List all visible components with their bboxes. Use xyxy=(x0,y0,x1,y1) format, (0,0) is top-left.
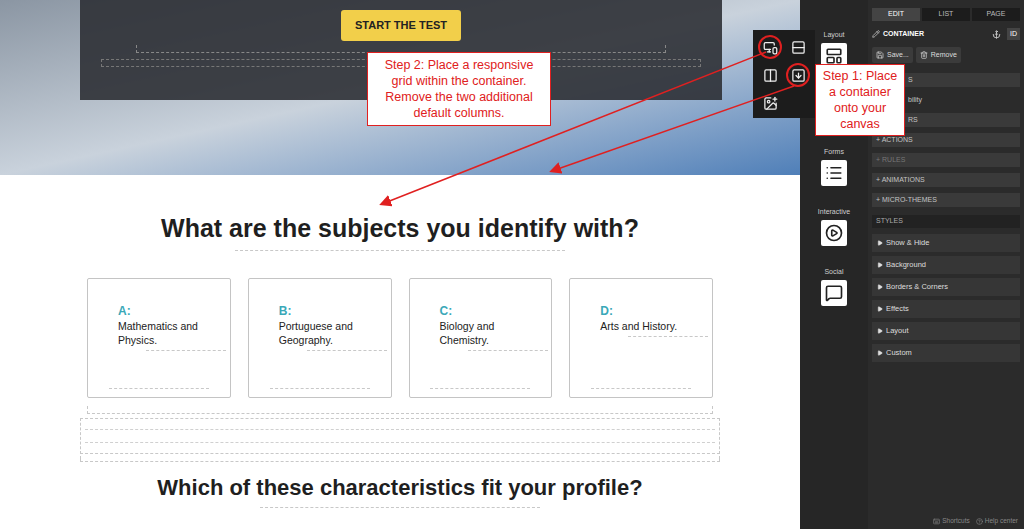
option-text: Arts and History. xyxy=(600,319,700,333)
save-icon xyxy=(876,51,884,59)
expand-icon xyxy=(877,284,883,290)
style-row[interactable]: Borders & Corners xyxy=(872,278,1020,296)
option-card[interactable]: C:Biology and Chemistry. xyxy=(409,278,553,398)
container-outline xyxy=(80,418,720,454)
expand-icon xyxy=(877,306,883,312)
question-heading: Which of these characteristics fit your … xyxy=(157,474,642,502)
expand-icon xyxy=(877,328,883,334)
widget-icon xyxy=(763,40,778,55)
option-letter: C: xyxy=(440,304,544,319)
widget-icon xyxy=(791,68,806,83)
element-actions: Save...Remove xyxy=(872,47,1020,63)
editor-tab[interactable]: LIST xyxy=(922,8,970,21)
section-header[interactable]: + ANIMATIONS xyxy=(872,173,1020,187)
trash-icon xyxy=(920,51,928,59)
keyboard-icon xyxy=(933,518,940,525)
text-outline xyxy=(307,347,387,351)
expand-icon xyxy=(877,240,883,246)
layout-flyout xyxy=(753,30,815,118)
widget-icon xyxy=(825,224,843,242)
option-card[interactable]: D:Arts and History. xyxy=(569,278,713,398)
option-text: Mathematics and Physics. xyxy=(118,319,218,347)
start-test-button[interactable]: START THE TEST xyxy=(341,10,461,41)
text-outline xyxy=(146,347,226,351)
option-card[interactable]: B:Portuguese and Geography. xyxy=(248,278,392,398)
palette-label: Social xyxy=(824,267,843,277)
style-row[interactable]: Background xyxy=(872,256,1020,274)
flyout-widget[interactable] xyxy=(786,63,810,87)
option-letter: B: xyxy=(279,304,383,319)
option-card[interactable]: A:Mathematics and Physics. xyxy=(87,278,231,398)
style-row[interactable]: Show & Hide xyxy=(872,234,1020,252)
pencil-icon xyxy=(872,30,880,38)
help-icon xyxy=(976,518,983,525)
heading-outline xyxy=(235,243,565,251)
widget-icon xyxy=(825,164,843,182)
step1-callout: Step 1: Place a container onto your canv… xyxy=(815,64,905,136)
styles-label: STYLES xyxy=(872,215,1020,228)
card-outline xyxy=(109,383,209,389)
style-row[interactable]: Effects xyxy=(872,300,1020,318)
card-outline xyxy=(430,383,530,389)
anchor-icon[interactable] xyxy=(992,30,1001,39)
content: What are the subjects you identify with?… xyxy=(0,175,800,508)
expand-icon xyxy=(877,262,883,268)
arrow-icon xyxy=(552,86,794,171)
style-row[interactable]: Layout xyxy=(872,322,1020,340)
element-name: CONTAINER xyxy=(883,29,924,40)
element-header: CONTAINER ID xyxy=(872,27,1020,41)
palette-group[interactable]: Social xyxy=(821,267,847,327)
footer-link[interactable]: Help center xyxy=(976,516,1018,526)
container-outline xyxy=(80,456,720,462)
palette-label: Interactive xyxy=(818,207,850,217)
grid-outline xyxy=(87,406,713,414)
page-builder: START THE TEST What are the subjects you … xyxy=(0,0,1024,529)
style-list: Show & Hide Background Borders & Corners Ef… xyxy=(872,234,1020,362)
option-text: Portuguese and Geography. xyxy=(279,319,379,347)
action-button[interactable]: Save... xyxy=(872,47,913,63)
question-heading: What are the subjects you identify with? xyxy=(161,213,639,243)
card-outline xyxy=(591,383,691,389)
step2-callout: Step 2: Place a responsive grid within t… xyxy=(367,52,551,126)
palette-group[interactable]: Interactive xyxy=(818,207,850,267)
expand-icon xyxy=(877,350,883,356)
widget-icon xyxy=(825,284,843,302)
options-grid: A:Mathematics and Physics.B:Portuguese a… xyxy=(87,278,713,398)
palette-label: Layout xyxy=(823,30,844,40)
palette-label: Forms xyxy=(824,147,844,157)
option-letter: D: xyxy=(600,304,704,319)
palette-icon[interactable] xyxy=(821,280,847,306)
heading-outline xyxy=(260,502,540,508)
palette-icon[interactable] xyxy=(821,220,847,246)
section-header[interactable]: + RULES xyxy=(872,153,1020,167)
id-button[interactable]: ID xyxy=(1007,28,1020,40)
flyout-widget[interactable] xyxy=(758,91,782,115)
footer: Shortcuts Help center xyxy=(872,513,1020,529)
action-button[interactable]: Remove xyxy=(916,47,961,63)
editor-tabs: EDITLISTPAGE xyxy=(872,8,1020,21)
text-outline xyxy=(468,347,548,351)
option-letter: A: xyxy=(118,304,222,319)
style-row[interactable]: Custom xyxy=(872,344,1020,362)
card-outline xyxy=(270,383,370,389)
text-outline xyxy=(628,333,708,337)
editor-tab[interactable]: EDIT xyxy=(872,8,920,21)
flyout-widget[interactable] xyxy=(786,35,810,59)
flyout-widget[interactable] xyxy=(758,63,782,87)
editor-tab[interactable]: PAGE xyxy=(972,8,1020,21)
widget-icon xyxy=(763,68,778,83)
option-text: Biology and Chemistry. xyxy=(440,319,540,347)
palette-group[interactable]: Forms xyxy=(821,147,847,207)
footer-link[interactable]: Shortcuts xyxy=(933,516,969,526)
palette-icon[interactable] xyxy=(821,160,847,186)
widget-icon xyxy=(763,96,778,111)
flyout-widget[interactable] xyxy=(758,35,782,59)
widget-icon xyxy=(825,47,843,65)
section-header[interactable]: + MICRO-THEMES xyxy=(872,193,1020,207)
widget-icon xyxy=(791,40,806,55)
